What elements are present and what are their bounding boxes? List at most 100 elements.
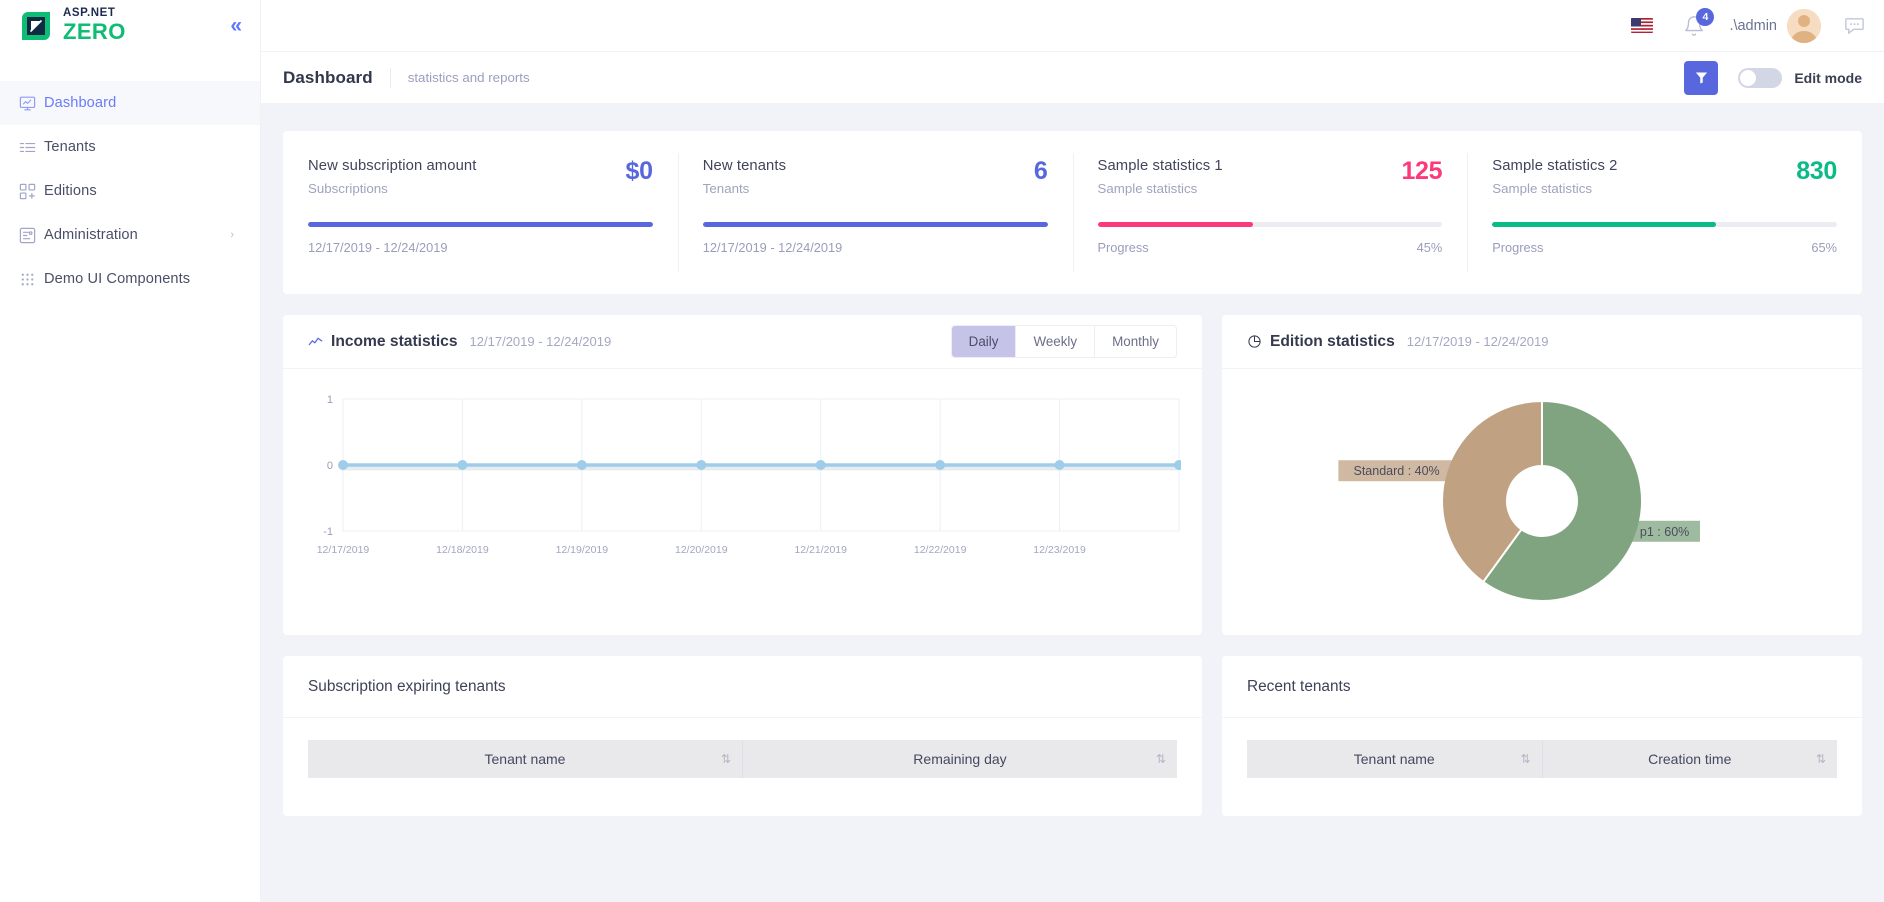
editions-grid-icon: [18, 182, 44, 201]
subheader-actions: Edit mode: [1684, 61, 1862, 95]
recent-tenants-panel: Recent tenants Tenant name ⇅ Creation ti…: [1222, 656, 1862, 816]
svg-text:12/20/2019: 12/20/2019: [675, 544, 728, 556]
subheader: Dashboard statistics and reports Edit mo…: [261, 51, 1884, 103]
kpi-progress-track: [703, 222, 1048, 227]
page-title: Dashboard: [283, 68, 373, 88]
kpi-card: New tenants Tenants 6 12/17/2019 - 12/24…: [678, 131, 1073, 294]
us-flag-icon[interactable]: [1631, 18, 1653, 33]
demo-dots-grid-icon: [18, 270, 44, 289]
column-label: Tenant name: [485, 751, 566, 767]
sidebar-item-demo-ui-components[interactable]: Demo UI Components: [0, 257, 260, 301]
sidebar-item-editions[interactable]: Editions: [0, 169, 260, 213]
recent-panel-header: Recent tenants: [1222, 656, 1862, 718]
income-line-chart[interactable]: 10-1 12/17/201912/18/201912/19/201912/20…: [303, 391, 1181, 571]
kpi-card: New subscription amount Subscriptions $0…: [283, 131, 678, 294]
aspnet-zero-logo-icon: [18, 8, 54, 44]
administration-settings-icon: [18, 226, 44, 245]
income-range-monthly[interactable]: Monthly: [1094, 326, 1176, 357]
notification-badge: 4: [1696, 8, 1714, 26]
sort-arrows-icon[interactable]: ⇅: [1520, 752, 1530, 766]
title-divider: [390, 68, 391, 88]
column-header-creation-time[interactable]: Creation time ⇅: [1542, 740, 1837, 778]
kpi-subtitle: Subscriptions: [308, 181, 626, 196]
recent-table-wrap: Tenant name ⇅ Creation time ⇅: [1222, 718, 1862, 778]
edition-donut-chart[interactable]: p1 : 60% Standard : 40%: [1222, 369, 1862, 635]
kpi-foot-left: Progress: [1492, 240, 1543, 255]
edition-title-text: Edition statistics: [1270, 333, 1395, 351]
income-card-title: Income statistics: [308, 333, 458, 351]
chat-bubble-icon[interactable]: [1843, 14, 1866, 37]
kpi-subtitle: Sample statistics: [1098, 181, 1402, 196]
sidebar-item-administration[interactable]: Administration ›: [0, 213, 260, 257]
notifications-button[interactable]: 4: [1683, 15, 1705, 37]
income-title-text: Income statistics: [331, 333, 458, 351]
kpi-progress-track: [1492, 222, 1837, 227]
column-header-tenant-name[interactable]: Tenant name ⇅: [1247, 740, 1542, 778]
subscription-expiring-tenants-panel: Subscription expiring tenants Tenant nam…: [283, 656, 1202, 816]
chevron-right-icon: ›: [230, 229, 234, 241]
recent-table: Tenant name ⇅ Creation time ⇅: [1247, 740, 1837, 778]
sidebar-item-label: Dashboard: [44, 95, 116, 111]
svg-text:12/22/2019: 12/22/2019: [914, 544, 967, 556]
filter-button[interactable]: [1684, 61, 1718, 95]
edition-date-range: 12/17/2019 - 12/24/2019: [1407, 334, 1549, 349]
income-date-range: 12/17/2019 - 12/24/2019: [470, 334, 612, 349]
income-range-weekly[interactable]: Weekly: [1015, 326, 1094, 357]
svg-text:p1 : 60%: p1 : 60%: [1640, 525, 1689, 539]
column-header-remaining-day[interactable]: Remaining day ⇅: [743, 740, 1178, 778]
avatar[interactable]: [1787, 9, 1821, 43]
user-avatar-icon: [1787, 9, 1821, 43]
kpi-row: New subscription amount Subscriptions $0…: [283, 131, 1862, 294]
kpi-foot-right: 45%: [1417, 240, 1443, 255]
kpi-value: 125: [1401, 158, 1442, 186]
kpi-foot-left: 12/17/2019 - 12/24/2019: [308, 240, 447, 255]
sidebar-item-dashboard[interactable]: Dashboard: [0, 81, 260, 125]
kpi-title: New subscription amount: [308, 158, 626, 174]
expiring-table-wrap: Tenant name ⇅ Remaining day ⇅: [283, 718, 1202, 778]
brand-text: ASP.NET ZERO: [63, 8, 126, 43]
income-card-header: Income statistics 12/17/2019 - 12/24/201…: [283, 315, 1202, 369]
dashboard-chart-icon: [18, 94, 44, 113]
edit-mode-label: Edit mode: [1794, 70, 1862, 86]
column-header-tenant-name[interactable]: Tenant name ⇅: [308, 740, 743, 778]
kpi-title: Sample statistics 2: [1492, 158, 1796, 174]
username-label[interactable]: .\admin: [1729, 18, 1777, 34]
chart-row: Income statistics 12/17/2019 - 12/24/201…: [283, 315, 1862, 635]
kpi-progress-fill: [308, 222, 653, 227]
kpi-value: 830: [1796, 158, 1837, 186]
income-range-daily[interactable]: Daily: [952, 326, 1016, 357]
expiring-panel-header: Subscription expiring tenants: [283, 656, 1202, 718]
svg-text:1: 1: [327, 394, 333, 406]
tenants-list-icon: [18, 138, 44, 157]
sort-arrows-icon[interactable]: ⇅: [721, 752, 731, 766]
kpi-progress-fill: [703, 222, 1048, 227]
edition-chart-body: p1 : 60% Standard : 40%: [1222, 369, 1862, 635]
kpi-foot-left: Progress: [1098, 240, 1149, 255]
sort-arrows-icon[interactable]: ⇅: [1816, 752, 1826, 766]
svg-text:Standard : 40%: Standard : 40%: [1354, 464, 1440, 478]
column-label: Tenant name: [1354, 751, 1435, 767]
expiring-table: Tenant name ⇅ Remaining day ⇅: [308, 740, 1177, 778]
edition-statistics-card: Edition statistics 12/17/2019 - 12/24/20…: [1222, 315, 1862, 635]
sidebar-item-tenants[interactable]: Tenants: [0, 125, 260, 169]
kpi-card: Sample statistics 2 Sample statistics 83…: [1467, 131, 1862, 294]
income-chart-body: 10-1 12/17/201912/18/201912/19/201912/20…: [283, 369, 1202, 635]
kpi-card: Sample statistics 1 Sample statistics 12…: [1073, 131, 1468, 294]
svg-text:12/17/2019: 12/17/2019: [317, 544, 370, 556]
table-header-row: Tenant name ⇅ Remaining day ⇅: [308, 740, 1177, 778]
kpi-value: 6: [1034, 158, 1048, 186]
kpi-foot-right: 65%: [1811, 240, 1837, 255]
brand-logo[interactable]: ASP.NET ZERO «: [0, 0, 260, 51]
sort-arrows-icon[interactable]: ⇅: [1156, 752, 1166, 766]
svg-text:0: 0: [327, 460, 333, 472]
page-subtitle: statistics and reports: [408, 70, 530, 85]
sidebar-nav: Dashboard Tenants Editions: [0, 81, 260, 301]
sidebar-item-label: Editions: [44, 183, 97, 199]
table-header-row: Tenant name ⇅ Creation time ⇅: [1247, 740, 1837, 778]
chart-y-axis-ticks: 10-1: [323, 394, 333, 538]
edit-mode-toggle[interactable]: [1738, 68, 1782, 88]
kpi-subtitle: Tenants: [703, 181, 1034, 196]
sidebar-collapse-button[interactable]: «: [230, 15, 242, 36]
sidebar: ASP.NET ZERO « Dashboard Tenants: [0, 0, 261, 902]
chart-x-axis-ticks: 12/17/201912/18/201912/19/201912/20/2019…: [317, 544, 1086, 556]
